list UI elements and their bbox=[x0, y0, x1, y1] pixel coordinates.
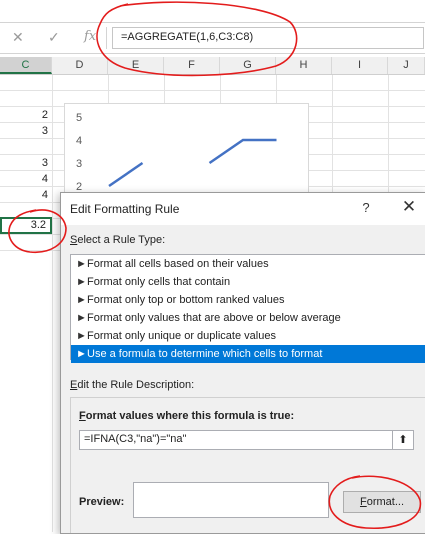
rule-type-list[interactable]: ►Format all cells based on their values … bbox=[70, 254, 425, 363]
column-header-g[interactable]: G bbox=[220, 57, 276, 74]
rule-formula-text: =IFNA(C3,"na")="na" bbox=[84, 433, 187, 445]
fx-icon[interactable]: fx bbox=[84, 29, 96, 44]
column-header-j[interactable]: J bbox=[388, 57, 425, 74]
column-header-e[interactable]: E bbox=[108, 57, 164, 74]
cancel-icon[interactable]: ✕ bbox=[12, 29, 24, 46]
series-line bbox=[208, 138, 277, 165]
cell-c7[interactable]: 4 bbox=[0, 171, 52, 187]
cell-c8[interactable]: 4 bbox=[0, 187, 52, 203]
rule-arrow-icon: ► bbox=[76, 258, 87, 270]
select-rule-type-text: elect a Rule Type: bbox=[77, 234, 166, 246]
rule-type-item[interactable]: ►Format only values that are above or be… bbox=[71, 309, 425, 327]
select-rule-type-label: Select a Rule Type: bbox=[70, 234, 165, 246]
collapse-dialog-icon[interactable]: ⬆ bbox=[392, 431, 413, 449]
dialog-titlebar: Edit Formatting Rule ? ✕ bbox=[61, 193, 425, 225]
cell-c3[interactable]: 2 bbox=[0, 107, 52, 123]
rule-type-item[interactable]: ►Format only unique or duplicate values bbox=[71, 327, 425, 345]
rule-description-panel: Format values where this formula is true… bbox=[70, 397, 425, 533]
active-cell[interactable]: 3.2 bbox=[0, 217, 52, 234]
format-button-text: ormat... bbox=[366, 496, 405, 508]
rule-type-label: Format only values that are above or bel… bbox=[87, 312, 341, 324]
help-icon[interactable]: ? bbox=[359, 200, 373, 215]
edit-desc-text: dit the Rule Description: bbox=[77, 379, 195, 391]
column-header-i[interactable]: I bbox=[332, 57, 388, 74]
format-button[interactable]: Format... bbox=[343, 491, 421, 513]
cell-c4[interactable]: 3 bbox=[0, 123, 52, 139]
gridline bbox=[52, 75, 53, 532]
formula-bar: ✕ ✓ fx =AGGREGATE(1,6,C3:C8) bbox=[0, 22, 425, 54]
series-line bbox=[108, 161, 144, 188]
rule-type-item[interactable]: ►Format only cells that contain bbox=[71, 273, 425, 291]
rule-type-label: Format only cells that contain bbox=[87, 276, 231, 288]
rule-arrow-icon: ► bbox=[76, 294, 87, 306]
rule-formula-input[interactable]: =IFNA(C3,"na")="na" ⬆ bbox=[79, 430, 414, 450]
rule-type-item[interactable]: ►Format all cells based on their values bbox=[71, 255, 425, 273]
formula-bar-divider bbox=[106, 27, 107, 49]
column-header-d[interactable]: D bbox=[52, 57, 108, 74]
rule-type-item[interactable]: ►Format only top or bottom ranked values bbox=[71, 291, 425, 309]
format-values-accel: F bbox=[79, 410, 86, 422]
dialog-title: Edit Formatting Rule bbox=[70, 202, 180, 216]
cell-c6[interactable]: 3 bbox=[0, 155, 52, 171]
gridline bbox=[0, 90, 425, 91]
rule-type-item-selected[interactable]: ►Use a formula to determine which cells … bbox=[71, 345, 425, 363]
y-tick-label: 4 bbox=[76, 135, 82, 147]
formula-input[interactable]: =AGGREGATE(1,6,C3:C8) bbox=[112, 27, 424, 49]
column-header-c[interactable]: C bbox=[0, 57, 52, 74]
edit-formatting-rule-dialog: Edit Formatting Rule ? ✕ Select a Rule T… bbox=[60, 192, 425, 534]
rule-type-label: Format only top or bottom ranked values bbox=[87, 294, 285, 306]
confirm-icon[interactable]: ✓ bbox=[48, 29, 60, 46]
rule-type-label: Format only unique or duplicate values bbox=[87, 330, 276, 342]
preview-box bbox=[133, 482, 329, 518]
column-headers: C D E F G H I J bbox=[0, 57, 425, 75]
rule-type-label: Format all cells based on their values bbox=[87, 258, 269, 270]
rule-arrow-icon: ► bbox=[76, 312, 87, 324]
format-values-label: Format values where this formula is true… bbox=[79, 410, 294, 422]
rule-arrow-icon: ► bbox=[76, 330, 87, 342]
column-header-h[interactable]: H bbox=[276, 57, 332, 74]
y-tick-label: 5 bbox=[76, 112, 82, 124]
close-icon[interactable]: ✕ bbox=[400, 197, 418, 217]
edit-rule-description-label: Edit the Rule Description: bbox=[70, 379, 194, 391]
rule-type-label: Use a formula to determine which cells t… bbox=[87, 348, 323, 360]
preview-label: Preview: bbox=[79, 496, 125, 508]
format-button-accel: F bbox=[359, 496, 367, 508]
column-header-f[interactable]: F bbox=[164, 57, 220, 74]
rule-arrow-icon: ► bbox=[76, 276, 87, 288]
y-tick-label: 3 bbox=[76, 158, 82, 170]
format-values-text: ormat values where this formula is true: bbox=[85, 410, 295, 422]
rule-arrow-icon: ► bbox=[76, 348, 87, 360]
